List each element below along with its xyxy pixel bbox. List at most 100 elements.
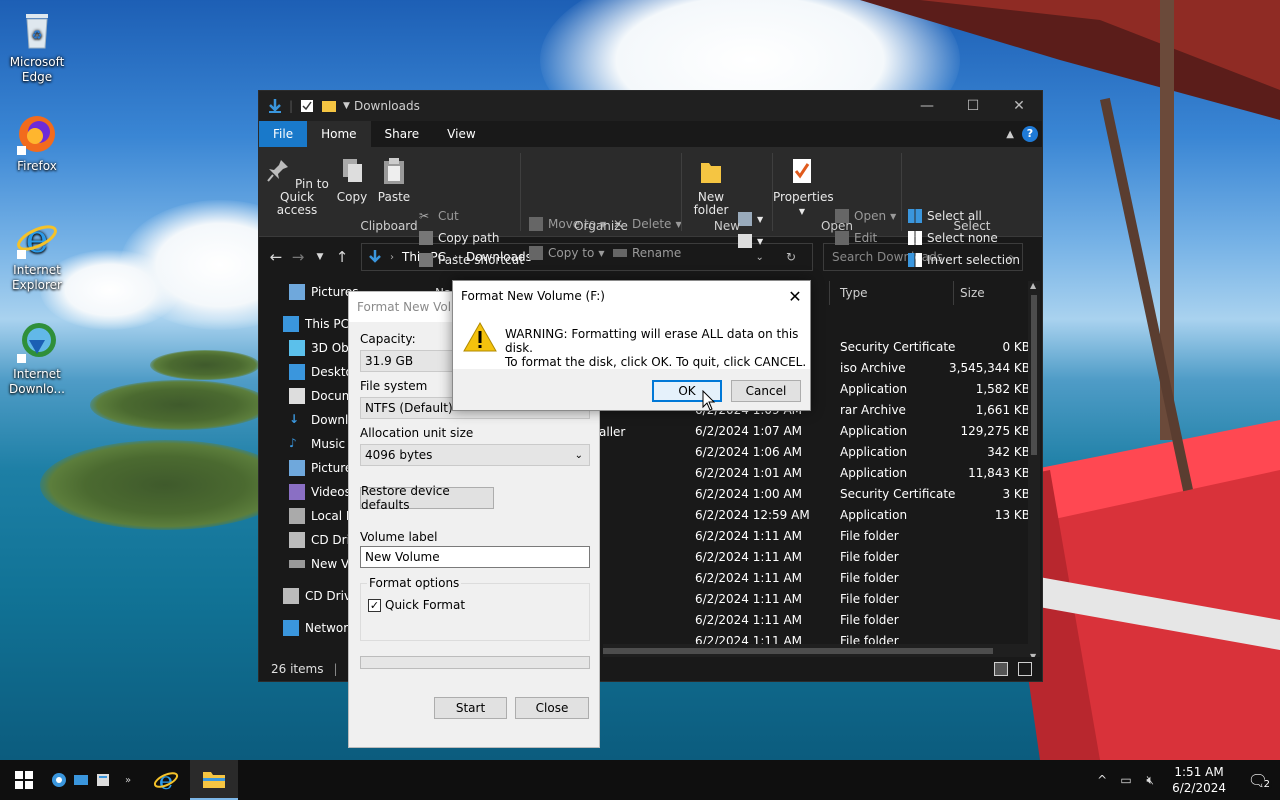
close-dialog-button[interactable]: Close: [515, 697, 589, 719]
allocation-unit-select[interactable]: 4096 bytes ⌄: [360, 444, 590, 466]
recent-locations-icon[interactable]: ▼: [309, 252, 331, 262]
warning-titlebar[interactable]: Format New Volume (F:) ✕: [453, 281, 810, 311]
taskbar-quick-launch-desktop[interactable]: [70, 760, 92, 800]
nav-item-desktop[interactable]: Deskto: [289, 361, 353, 383]
invert-selection-button[interactable]: Invert selection: [908, 250, 1020, 270]
maximize-button[interactable]: ☐: [950, 91, 996, 121]
paste-button[interactable]: Paste: [375, 153, 413, 204]
table-row[interactable]: 6/2/2024 1:11 AM File folder: [695, 571, 1030, 592]
refresh-icon[interactable]: ↻: [786, 250, 796, 264]
taskbar-quick-launch-explorer[interactable]: [92, 760, 114, 800]
help-icon[interactable]: ?: [1022, 126, 1038, 142]
nav-item-this-pc[interactable]: This PC: [283, 313, 349, 335]
tab-file[interactable]: File: [259, 121, 308, 147]
table-row[interactable]: 6/2/2024 1:11 AM File folder: [695, 592, 1030, 613]
back-arrow-icon[interactable]: ←: [265, 248, 287, 266]
taskbar: » e ^ ▭ 🔇︎ 1:51 AM 6/2/2024 🗨︎ 2: [0, 760, 1280, 800]
nav-item-local-disk[interactable]: Local D: [289, 505, 355, 527]
nav-item-3d-objects[interactable]: 3D Obj: [289, 337, 352, 359]
column-header-type[interactable]: Type: [840, 281, 868, 305]
tab-home[interactable]: Home: [307, 121, 371, 147]
clock-date: 6/2/2024: [1172, 781, 1226, 795]
address-dropdown-icon[interactable]: ⌄: [756, 252, 764, 263]
copy-button[interactable]: Copy: [335, 153, 369, 204]
paste-shortcut-button[interactable]: Paste shortcut: [419, 250, 524, 270]
restore-defaults-button[interactable]: Restore device defaults: [360, 484, 494, 512]
nav-item-videos[interactable]: Videos: [289, 481, 351, 503]
taskbar-internet-explorer[interactable]: e: [142, 760, 190, 800]
internet-explorer-icon: e: [153, 767, 179, 793]
file-type: File folder: [840, 613, 899, 627]
table-row[interactable]: 6/2/2024 1:11 AM File folder: [695, 529, 1030, 550]
cd-drive-icon: [283, 588, 299, 604]
tab-share[interactable]: Share: [371, 121, 434, 147]
new-folder-button[interactable]: New folder: [686, 153, 736, 217]
network-status-icon[interactable]: ▭: [1114, 773, 1138, 787]
easy-access-button[interactable]: ▼: [738, 231, 763, 251]
desktop-icon-internet-download-manager[interactable]: Internet Downlo...: [0, 320, 74, 397]
nav-item-documents[interactable]: Docum: [289, 385, 353, 407]
nav-item-new-volume[interactable]: New Vo: [289, 553, 356, 575]
table-row[interactable]: 6/2/2024 1:11 AM File folder: [695, 613, 1030, 634]
taskbar-quick-launch-chrome[interactable]: [48, 760, 70, 800]
file-size: 11,843 KB: [968, 466, 1030, 480]
file-date-modified: 6/2/2024 1:11 AM: [695, 550, 803, 564]
desktop-icon-internet-explorer[interactable]: e Internet Explorer: [0, 216, 74, 293]
file-date-modified: 6/2/2024 1:00 AM: [695, 487, 803, 501]
table-row[interactable]: 6/2/2024 12:59 AM Application 13 KB: [695, 508, 1030, 529]
properties-button[interactable]: Properties ▼: [773, 153, 834, 218]
windows-logo-icon: [15, 771, 33, 789]
file-date-modified: 6/2/2024 1:11 AM: [695, 613, 803, 627]
file-size: 3,545,344 KB: [949, 361, 1030, 375]
table-row[interactable]: 6/2/2024 1:11 AM File folder: [695, 550, 1030, 571]
action-center-icon[interactable]: 🗨︎ 2: [1236, 771, 1280, 790]
svg-text:e: e: [159, 767, 173, 793]
start-button[interactable]: [0, 760, 48, 800]
quick-format-checkbox[interactable]: ✓ Quick Format: [368, 598, 465, 612]
file-type: iso Archive: [840, 361, 906, 375]
minimize-button[interactable]: —: [904, 91, 950, 121]
clock[interactable]: 1:51 AM 6/2/2024: [1172, 764, 1226, 796]
nav-item-cd-drive[interactable]: CD Driv: [289, 529, 357, 551]
taskbar-file-explorer[interactable]: [190, 760, 238, 800]
close-button[interactable]: ✕: [996, 91, 1042, 121]
nav-item-music[interactable]: ♪ Music: [289, 433, 345, 455]
rename-button[interactable]: Rename: [613, 243, 681, 263]
collapse-ribbon-icon[interactable]: ▲: [1006, 129, 1014, 140]
nav-item-network[interactable]: Network: [283, 617, 355, 639]
warning-message-line2: To format the disk, click OK. To quit, c…: [505, 355, 807, 369]
explorer-titlebar[interactable]: | ▼ Downloads — ☐ ✕: [259, 91, 1042, 121]
desktop-icon-firefox[interactable]: Firefox: [0, 112, 74, 174]
nav-item-downloads[interactable]: ↓ Downlo: [289, 409, 356, 431]
tab-view[interactable]: View: [433, 121, 489, 147]
large-icons-view-icon[interactable]: [1018, 662, 1032, 676]
forward-arrow-icon[interactable]: →: [287, 248, 309, 266]
new-folder-quick-icon[interactable]: [321, 98, 337, 114]
file-name-partial[interactable]: aller: [599, 425, 625, 439]
start-button[interactable]: Start: [434, 697, 507, 719]
copy-to-button[interactable]: Copy to ▼: [529, 243, 604, 263]
cancel-button[interactable]: Cancel: [731, 380, 801, 402]
table-row[interactable]: 6/2/2024 1:00 AM Security Certificate 3 KB: [695, 487, 1030, 508]
properties-check-icon[interactable]: [299, 98, 315, 114]
table-row[interactable]: 6/2/2024 1:06 AM Application 342 KB: [695, 445, 1030, 466]
close-icon[interactable]: ✕: [780, 287, 810, 306]
nav-item-pictures-2[interactable]: Picture: [289, 457, 352, 479]
column-header-size[interactable]: Size: [960, 281, 985, 305]
volume-label-input[interactable]: New Volume: [360, 546, 590, 568]
window-title: Downloads: [353, 99, 420, 113]
up-arrow-icon[interactable]: ↑: [331, 248, 353, 266]
table-row[interactable]: 6/2/2024 1:01 AM Application 11,843 KB: [695, 466, 1030, 487]
desktop-icon-label: Microsoft Edge: [9, 55, 65, 84]
details-view-icon[interactable]: [994, 662, 1008, 676]
horizontal-scrollbar[interactable]: [603, 644, 1029, 658]
show-hidden-icons-chevron-icon[interactable]: ^: [1090, 773, 1114, 787]
open-group-label: Open: [820, 219, 854, 233]
taskbar-overflow-chevron-icon[interactable]: »: [114, 760, 142, 800]
volume-muted-icon[interactable]: 🔇︎: [1138, 773, 1162, 788]
pin-to-quick-access-button[interactable]: Pin to Quick access: [263, 153, 331, 217]
table-row[interactable]: 6/2/2024 1:07 AM Application 129,275 KB: [695, 424, 1030, 445]
quick-access-dropdown-icon[interactable]: ▼: [343, 101, 350, 111]
desktop-icon-recycle-bin[interactable]: ♻ Microsoft Edge: [0, 8, 74, 85]
vertical-scrollbar[interactable]: ▲ ▼: [1028, 281, 1040, 661]
